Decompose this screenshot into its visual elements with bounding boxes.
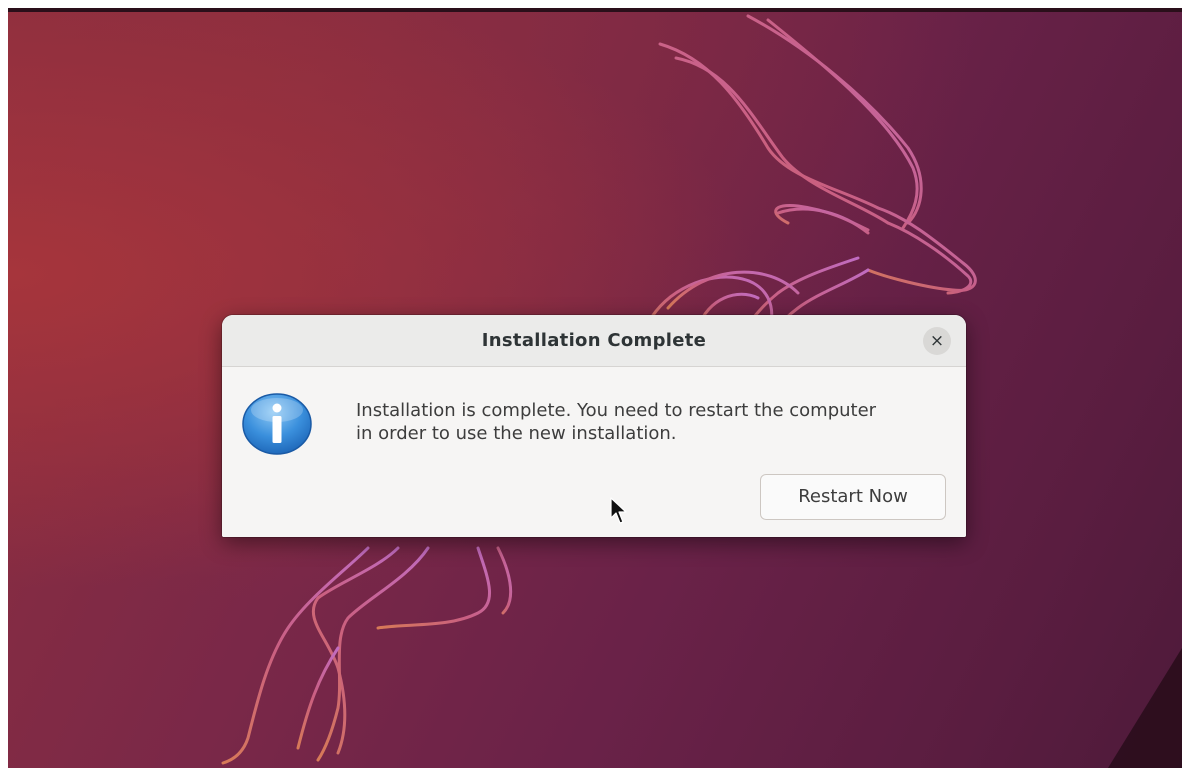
message-line-2: in order to use the new installation. — [356, 423, 677, 444]
close-button[interactable]: × — [923, 327, 951, 355]
dialog-title: Installation Complete — [481, 330, 707, 351]
dialog-body: Installation is complete. You need to re… — [222, 367, 966, 537]
installation-complete-dialog: Installation Complete × Installation is … — [222, 315, 966, 537]
restart-now-button[interactable]: Restart Now — [760, 474, 946, 520]
info-icon — [242, 393, 312, 455]
mouse-pointer-icon — [610, 497, 627, 524]
close-icon: × — [929, 331, 945, 351]
dialog-message: Installation is complete. You need to re… — [356, 399, 956, 445]
message-line-1: Installation is complete. You need to re… — [356, 400, 877, 421]
dialog-titlebar: Installation Complete × — [222, 315, 966, 367]
